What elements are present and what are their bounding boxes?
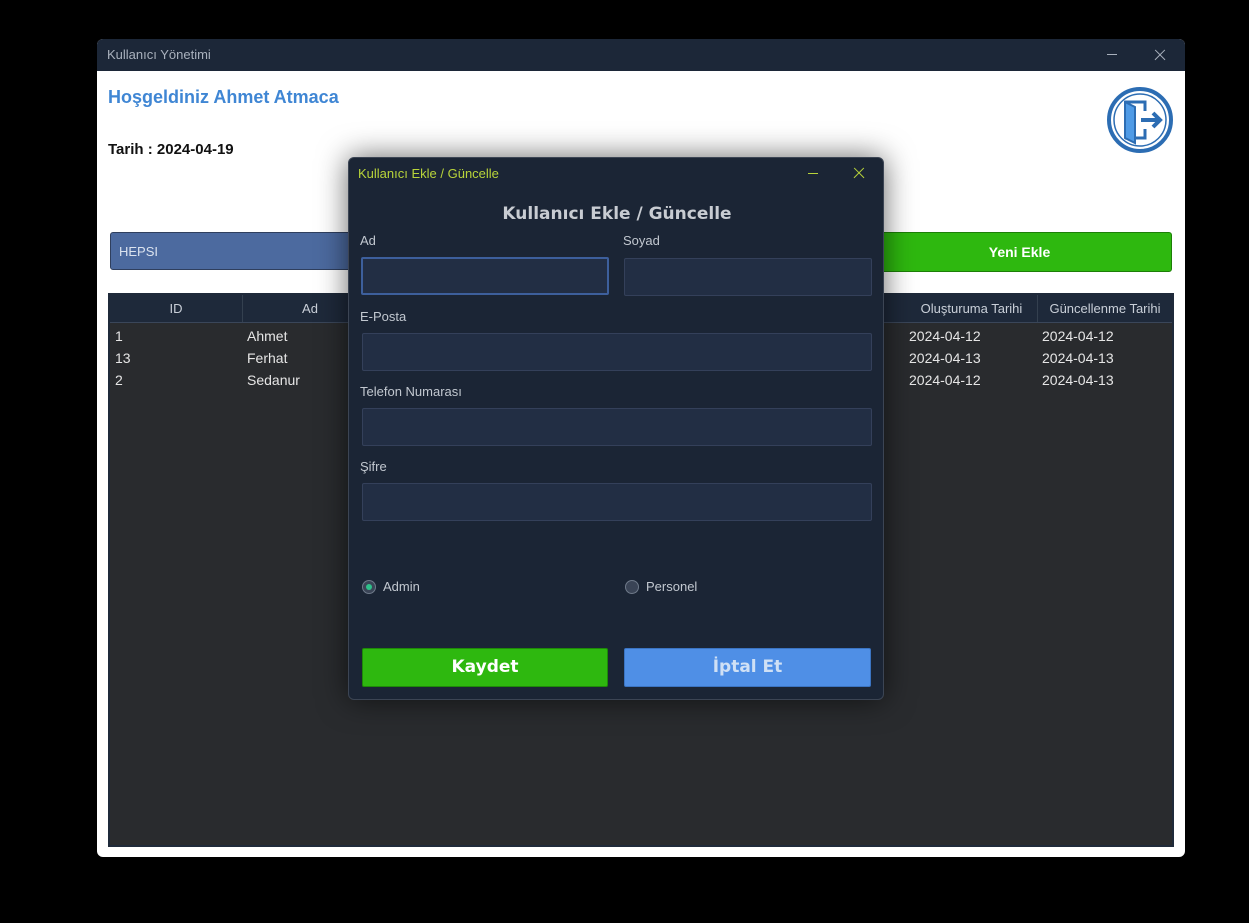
- dialog-minimize-button[interactable]: [794, 158, 834, 188]
- dialog-heading: Kullanıcı Ekle / Güncelle: [502, 204, 732, 224]
- password-label: Şifre: [360, 459, 387, 474]
- close-button[interactable]: [1137, 39, 1183, 71]
- cell-id: 1: [115, 328, 123, 344]
- phone-label: Telefon Numarası: [360, 384, 462, 399]
- welcome-text: Hoşgeldiniz Ahmet Atmaca: [108, 87, 339, 107]
- cell-id: 13: [115, 350, 131, 366]
- soyad-input[interactable]: [624, 258, 872, 296]
- personel-radio-label: Personel: [646, 579, 698, 594]
- dialog-close-button[interactable]: [841, 158, 877, 188]
- date-label: Tarih :: [108, 141, 153, 158]
- radio-unselected-indicator: [625, 579, 639, 594]
- password-input[interactable]: [362, 483, 872, 521]
- date-row: Tarih : 2024-04-19: [108, 141, 234, 158]
- column-header-created[interactable]: Oluşturuma Tarihi: [906, 295, 1038, 322]
- column-header-id[interactable]: ID: [110, 295, 243, 322]
- cell-created: 2024-04-13: [909, 350, 981, 366]
- ad-input[interactable]: [361, 257, 609, 295]
- email-label: E-Posta: [360, 309, 407, 324]
- cancel-button[interactable]: İptal Et: [624, 648, 871, 687]
- cell-updated: 2024-04-12: [1042, 328, 1114, 344]
- logout-button[interactable]: [1107, 87, 1173, 153]
- cell-updated: 2024-04-13: [1042, 350, 1114, 366]
- window-title: Kullanıcı Yönetimi: [107, 47, 211, 62]
- phone-input[interactable]: [362, 408, 872, 446]
- cell-ad: Sedanur: [247, 372, 300, 388]
- cell-ad: Ferhat: [247, 350, 288, 366]
- title-bar: Kullanıcı Yönetimi: [97, 39, 1185, 71]
- user-dialog: Kullanıcı Ekle / Güncelle Kullanıcı Ekle…: [348, 157, 884, 700]
- email-input[interactable]: [362, 333, 872, 371]
- personel-radio[interactable]: Personel: [625, 579, 697, 594]
- save-button[interactable]: Kaydet: [362, 648, 608, 687]
- close-icon: [841, 158, 877, 188]
- cell-ad: Ahmet: [247, 328, 288, 344]
- cell-id: 2: [115, 372, 123, 388]
- radio-selected-indicator: [362, 579, 376, 594]
- cell-created: 2024-04-12: [909, 328, 981, 344]
- admin-radio[interactable]: Admin: [362, 579, 420, 594]
- cell-updated: 2024-04-13: [1042, 372, 1114, 388]
- soyad-label: Soyad: [623, 233, 660, 248]
- date-value: 2024-04-19: [156, 141, 234, 158]
- cell-created: 2024-04-12: [909, 372, 981, 388]
- column-header-updated[interactable]: Güncellenme Tarihi: [1038, 295, 1172, 322]
- filter-dropdown[interactable]: HEPSI: [110, 232, 370, 270]
- admin-radio-label: Admin: [383, 579, 420, 594]
- filter-selected-value: HEPSI: [119, 244, 159, 259]
- close-icon: [1137, 39, 1183, 71]
- dialog-title: Kullanıcı Ekle / Güncelle: [358, 166, 499, 181]
- ad-label: Ad: [360, 233, 376, 248]
- exit-door-icon: [1107, 87, 1173, 153]
- add-new-button[interactable]: Yeni Ekle: [867, 232, 1172, 272]
- minimize-button[interactable]: [1089, 39, 1135, 71]
